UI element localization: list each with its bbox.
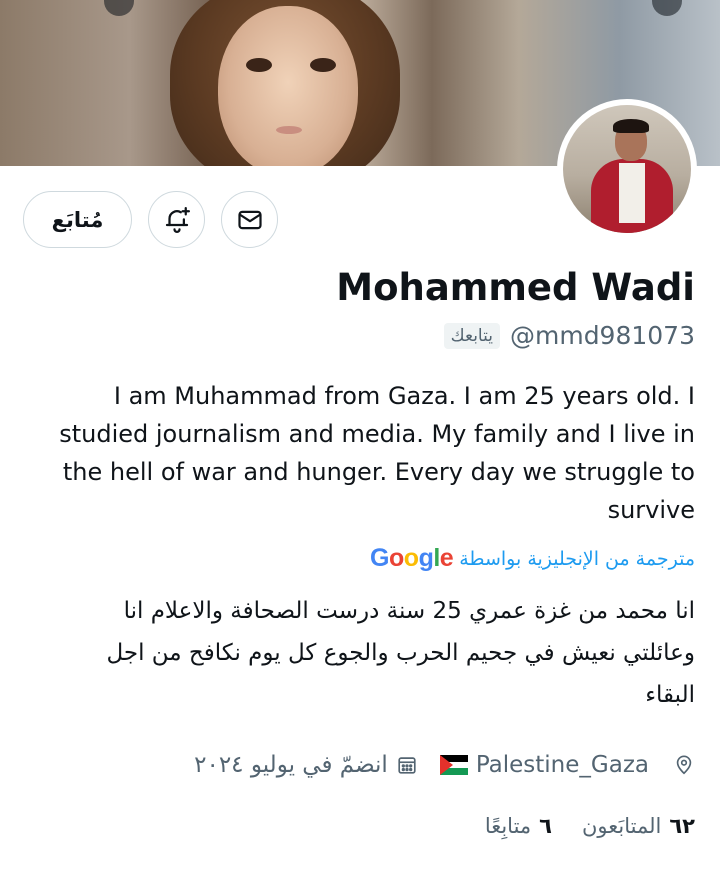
following-count-link[interactable]: ٦ متابِعًا	[485, 814, 552, 838]
calendar-icon	[398, 757, 416, 774]
location: Palestine_Gaza	[439, 752, 695, 778]
user-handle: @mmd981073	[509, 321, 695, 350]
banner-photo-mouth	[276, 126, 302, 134]
translation-label: مترجمة من الإنجليزية بواسطة	[459, 547, 695, 570]
palestine-flag-icon	[439, 755, 468, 775]
followers-count: ٦٢	[669, 814, 695, 838]
follows-you-badge: يتابعك	[443, 322, 500, 349]
joined-text: انضمّ في يوليو ٢٠٢٤	[194, 752, 388, 778]
google-logo: Google	[370, 544, 454, 572]
avatar-photo-shirt	[619, 163, 645, 223]
display-name: Mohammed Wadi	[336, 266, 695, 309]
followers-label: المتابَعون	[582, 814, 662, 838]
handle-row: يتابعك @mmd981073	[443, 321, 695, 350]
banner-photo-face	[218, 6, 358, 166]
banner-photo-eye	[310, 58, 336, 72]
following-button[interactable]: مُتابَع	[23, 191, 132, 248]
back-button[interactable]	[104, 0, 134, 16]
following-count: ٦	[539, 814, 552, 838]
follow-stats: ٦ متابِعًا ٦٢ المتابَعون	[485, 814, 695, 838]
translation-attribution[interactable]: Google مترجمة من الإنجليزية بواسطة	[370, 544, 695, 573]
following-button-label: مُتابَع	[51, 207, 104, 232]
bio-original: انا محمد من غزة عمري 25 سنة درست الصحافة…	[106, 598, 695, 708]
avatar-photo-hair	[613, 119, 649, 133]
more-button[interactable]	[652, 0, 682, 16]
avatar-photo	[563, 105, 691, 233]
bell-plus-icon	[165, 206, 190, 233]
following-label: متابِعًا	[484, 814, 532, 838]
message-button[interactable]	[221, 191, 278, 248]
location-text: Palestine_Gaza	[475, 752, 649, 778]
bio-translated: I am Muhammad from Gaza. I am 25 years o…	[59, 382, 695, 524]
joined-date: انضمّ في يوليو ٢٠٢٤	[194, 752, 418, 778]
notifications-button[interactable]	[148, 191, 205, 248]
profile-meta: انضمّ في يوليو ٢٠٢٤ Palestine_Gaza	[194, 752, 695, 778]
mail-icon	[237, 210, 262, 229]
followers-count-link[interactable]: ٦٢ المتابَعون	[582, 814, 695, 838]
location-pin-icon	[676, 755, 692, 775]
avatar[interactable]	[557, 99, 697, 239]
banner-photo-eye	[246, 58, 272, 72]
